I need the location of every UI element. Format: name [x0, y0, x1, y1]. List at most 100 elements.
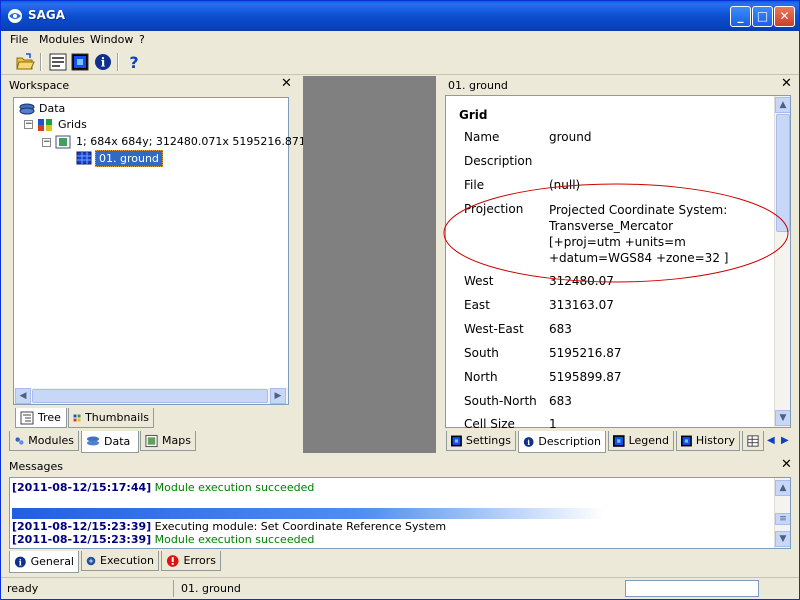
tree-grids-label[interactable]: Grids: [58, 118, 87, 131]
property-label: Cell Size: [464, 417, 515, 428]
tree-data-label[interactable]: Data: [39, 102, 65, 115]
execution-icon: [86, 556, 96, 565]
mdi-client-area: [303, 76, 436, 453]
grids-icon: [38, 119, 52, 131]
message-text: Module execution succeeded: [154, 481, 315, 494]
menu-modules[interactable]: Modules: [39, 33, 85, 46]
tab-execution[interactable]: Execution: [81, 551, 159, 571]
property-label: West-East: [464, 322, 524, 336]
scroll-down-icon[interactable]: ▼: [775, 531, 790, 547]
tab-description[interactable]: i Description: [518, 431, 606, 453]
workspace-tree[interactable]: Data − Grids − 1; 684x 684y; 312480.071x…: [13, 97, 312, 405]
messages-title-label: Messages: [9, 460, 63, 473]
tree-system-label[interactable]: 1; 684x 684y; 312480.071x 5195216.871y: [76, 135, 312, 148]
legend-icon: [613, 434, 625, 447]
tab-modules-label: Modules: [28, 434, 74, 447]
messages-title: Messages: [5, 458, 305, 475]
tab-modules[interactable]: Modules: [9, 431, 79, 451]
menu-window[interactable]: Window: [90, 33, 133, 46]
annotation-ellipse: [443, 183, 789, 283]
tab-history[interactable]: History: [676, 431, 740, 451]
tab-data-label: Data: [104, 435, 131, 448]
tab-errors-label: Errors: [183, 554, 216, 567]
toolbar-separator: [40, 53, 42, 71]
maximize-button[interactable]: □: [752, 6, 773, 27]
grid-section-heading: Grid: [459, 108, 488, 122]
property-value: ground: [549, 130, 592, 144]
status-bar: ready 01. ground: [1, 577, 799, 599]
grid-view-icon[interactable]: [70, 52, 90, 72]
scroll-up-icon[interactable]: ▲: [775, 97, 790, 113]
close-properties-icon[interactable]: ✕: [781, 76, 792, 91]
tab-description-label: Description: [538, 435, 601, 448]
property-value: 313163.07: [549, 298, 614, 312]
tab-maps[interactable]: Maps: [140, 431, 196, 451]
tab-general[interactable]: i General: [9, 551, 79, 573]
close-workspace-icon[interactable]: ✕: [281, 76, 292, 91]
properties-title: 01. ground: [444, 77, 744, 94]
history-icon: [681, 435, 692, 446]
tab-errors[interactable]: Errors: [161, 551, 221, 571]
data-tab-icon: [87, 436, 99, 445]
scroll-thumb[interactable]: ≡: [775, 513, 790, 525]
data-folder-icon: [19, 103, 35, 115]
svg-text:i: i: [101, 56, 106, 70]
messages-vertical-scrollbar[interactable]: ▲ ≡ ▼: [774, 478, 790, 548]
collapse-grids-icon[interactable]: −: [24, 120, 33, 129]
property-value: 5195899.87: [549, 370, 622, 384]
menu-help[interactable]: ?: [139, 33, 145, 46]
property-value: 683: [549, 322, 572, 336]
property-label: North: [464, 370, 498, 384]
tree-ground-item[interactable]: 01. ground: [95, 150, 163, 167]
property-label: East: [464, 298, 490, 312]
open-folder-icon[interactable]: [15, 52, 35, 72]
progress-separator: [12, 508, 604, 519]
scroll-right-icon[interactable]: ▶: [270, 388, 286, 404]
message-line: [2011-08-12/15:23:39] Module execution s…: [12, 533, 314, 546]
message-text: Module execution succeeded: [154, 533, 315, 546]
messages-log[interactable]: [2011-08-12/15:17:44] Module execution s…: [9, 477, 791, 549]
saga-window: SAGA _ □ ✕ File Modules Window ? i ? Wor…: [0, 0, 800, 600]
property-label: South-North: [464, 394, 537, 408]
tab-data[interactable]: Data: [81, 431, 139, 453]
title-bar[interactable]: SAGA _ □ ✕: [1, 1, 799, 31]
property-label: Description: [464, 154, 533, 168]
tab-tree-label: Tree: [38, 411, 61, 424]
scroll-thumb[interactable]: [32, 389, 268, 403]
help-icon[interactable]: ?: [124, 52, 144, 72]
message-timestamp: [2011-08-12/15:23:39]: [12, 533, 152, 546]
info-icon[interactable]: i: [93, 52, 113, 72]
tab-scroll-left-icon[interactable]: ◀: [767, 435, 775, 446]
tab-thumbnails-label: Thumbnails: [85, 411, 149, 424]
svg-text:i: i: [19, 557, 22, 567]
message-text: Executing module: Set Coordinate Referen…: [154, 520, 447, 533]
tab-legend[interactable]: Legend: [608, 431, 674, 451]
tab-tree[interactable]: Tree: [15, 408, 67, 428]
tab-settings[interactable]: Settings: [446, 431, 516, 451]
thumbnails-icon: [73, 414, 81, 421]
property-label: South: [464, 346, 499, 360]
message-line: [2011-08-12/15:23:39] Executing module: …: [12, 520, 446, 533]
close-window-button[interactable]: ✕: [774, 6, 795, 27]
collapse-system-icon[interactable]: −: [42, 138, 51, 147]
menu-file[interactable]: File: [10, 33, 28, 46]
tab-thumbnails[interactable]: Thumbnails: [68, 408, 154, 428]
message-timestamp: [2011-08-12/15:17:44]: [12, 481, 152, 494]
status-divider: [173, 580, 174, 597]
scroll-down-icon[interactable]: ▼: [775, 410, 790, 426]
workspace-toggle-icon[interactable]: [48, 52, 68, 72]
close-messages-icon[interactable]: ✕: [781, 457, 792, 472]
scroll-left-icon[interactable]: ◀: [15, 388, 31, 404]
status-progress-field: [625, 580, 759, 597]
tab-scroll-right-icon[interactable]: ▶: [781, 435, 789, 446]
minimize-button[interactable]: _: [730, 6, 751, 27]
scroll-up-icon[interactable]: ▲: [775, 480, 790, 496]
status-text: ready: [7, 582, 39, 595]
tree-horizontal-scrollbar[interactable]: ◀ ▶: [14, 388, 288, 404]
maps-icon: [145, 434, 158, 447]
modules-icon: [15, 436, 24, 445]
tab-maps-label: Maps: [162, 434, 191, 447]
settings-icon: [451, 435, 462, 446]
tab-attributes[interactable]: [742, 431, 764, 451]
tab-history-label: History: [695, 434, 735, 447]
